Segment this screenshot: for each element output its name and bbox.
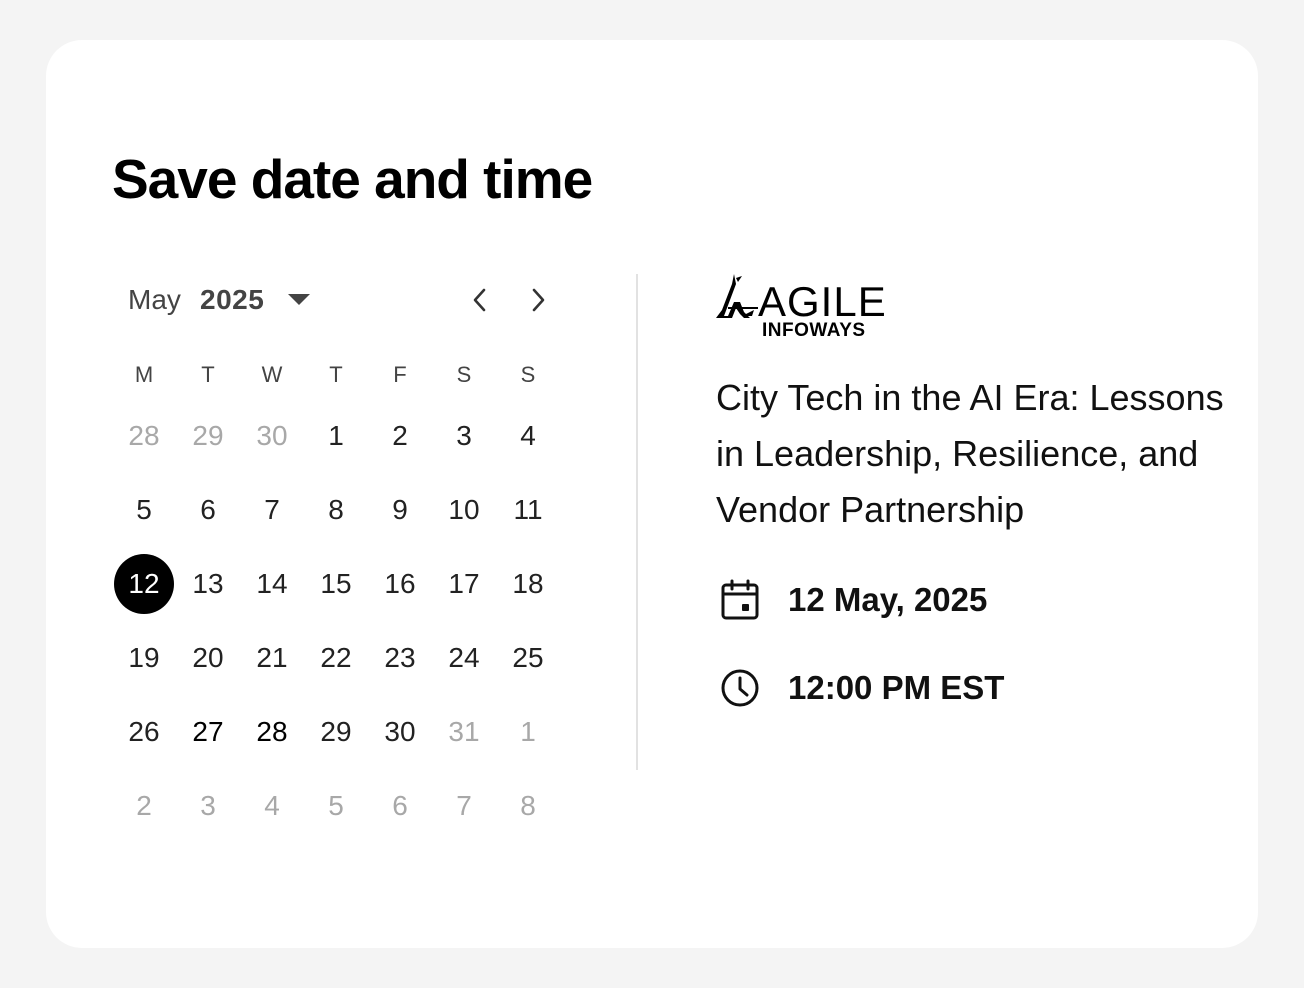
calendar-day[interactable]: 11 — [496, 478, 560, 542]
logo-subtext: INFOWAYS — [762, 320, 866, 341]
calendar-day[interactable]: 26 — [112, 700, 176, 764]
calendar-day[interactable]: 15 — [304, 552, 368, 616]
event-time-row: 12:00 PM EST — [716, 664, 1004, 712]
calendar-week: 2345678 — [112, 774, 560, 838]
calendar-day[interactable]: 6 — [176, 478, 240, 542]
event-date: 12 May, 2025 — [788, 581, 988, 618]
calendar-week: 26 27 28 29 30 31 1 — [112, 700, 560, 774]
calendar-day[interactable]: 22 — [304, 626, 368, 690]
calendar-day[interactable]: 3 — [176, 774, 240, 838]
calendar-day[interactable]: 10 — [432, 478, 496, 542]
company-logo: AGILE INFOWAYS — [714, 272, 900, 346]
calendar-day[interactable]: 19 — [112, 626, 176, 690]
calendar-day[interactable]: 30 — [240, 404, 304, 468]
calendar-icon — [716, 576, 764, 624]
caret-down-icon[interactable] — [288, 294, 310, 305]
weekday-label: S — [520, 362, 536, 387]
calendar-day[interactable]: 6 — [368, 774, 432, 838]
calendar-week: 19 20 21 22 23 24 25 — [112, 626, 560, 700]
calendar-day[interactable]: 31 — [432, 700, 496, 764]
year-label[interactable]: 2025 — [200, 284, 264, 316]
event-title: City Tech in the AI Era: Lessons in Lead… — [716, 377, 1224, 530]
calendar-day[interactable]: 9 — [368, 478, 432, 542]
weekday-header: M T W T F S S — [112, 362, 560, 388]
calendar-day[interactable]: 18 — [496, 552, 560, 616]
weekday-label: M — [134, 362, 154, 387]
calendar-day[interactable]: 30 — [368, 700, 432, 764]
calendar-day-selected[interactable]: 12 — [114, 554, 174, 614]
calendar-day[interactable]: 29 — [304, 700, 368, 764]
calendar-header: May 2025 — [128, 278, 568, 322]
calendar-day[interactable]: 7 — [432, 774, 496, 838]
prev-month-button[interactable] — [462, 278, 498, 322]
calendar-day[interactable]: 20 — [176, 626, 240, 690]
weekday-label: T — [329, 362, 343, 387]
calendar-day[interactable]: 7 — [240, 478, 304, 542]
calendar-day[interactable]: 8 — [496, 774, 560, 838]
calendar-day[interactable]: 17 — [432, 552, 496, 616]
calendar-day[interactable]: 5 — [304, 774, 368, 838]
calendar-day[interactable]: 1 — [496, 700, 560, 764]
calendar-day[interactable]: 4 — [240, 774, 304, 838]
save-date-card: Save date and time May 2025 M T W T F S … — [46, 40, 1258, 948]
calendar-week: 5 6 7 8 9 10 11 — [112, 478, 560, 552]
calendar-day[interactable]: 1 — [304, 404, 368, 468]
next-month-button[interactable] — [520, 278, 556, 322]
page-title: Save date and time — [112, 148, 593, 210]
event-time: 12:00 PM EST — [788, 669, 1005, 706]
weekday-label: T — [201, 362, 215, 387]
event-date-row: 12 May, 2025 — [716, 576, 987, 624]
calendar-day[interactable]: 29 — [176, 404, 240, 468]
calendar-day[interactable]: 13 — [176, 552, 240, 616]
clock-icon — [716, 664, 764, 712]
calendar-day[interactable]: 5 — [112, 478, 176, 542]
chevron-right-icon — [532, 288, 545, 312]
calendar-week: 28 29 30 1 2 3 4 — [112, 404, 560, 478]
calendar-day[interactable]: 16 — [368, 552, 432, 616]
calendar-day[interactable]: 23 — [368, 626, 432, 690]
agile-logo-mark: AGILE — [716, 274, 887, 325]
chevron-left-icon — [473, 288, 486, 312]
calendar-day[interactable]: 2 — [112, 774, 176, 838]
calendar-day[interactable]: 8 — [304, 478, 368, 542]
weekday-label: F — [393, 362, 407, 387]
calendar-day[interactable]: 4 — [496, 404, 560, 468]
calendar-week: 12 13 14 15 16 17 18 — [112, 552, 560, 626]
calendar-day[interactable]: 28 — [112, 404, 176, 468]
weekday-label: S — [456, 362, 472, 387]
calendar-day[interactable]: 28 — [240, 700, 304, 764]
calendar-day[interactable]: 25 — [496, 626, 560, 690]
calendar-day[interactable]: 3 — [432, 404, 496, 468]
weekday-label: W — [261, 362, 283, 387]
calendar-day[interactable]: 24 — [432, 626, 496, 690]
month-label[interactable]: May — [128, 284, 181, 316]
svg-text:AGILE: AGILE — [758, 278, 887, 322]
calendar-day[interactable]: 2 — [368, 404, 432, 468]
divider — [636, 274, 638, 770]
calendar-day[interactable]: 14 — [240, 552, 304, 616]
calendar-day[interactable]: 27 — [176, 700, 240, 764]
calendar-day[interactable]: 21 — [240, 626, 304, 690]
calendar-grid: 28 29 30 1 2 3 4 5 6 7 8 9 10 11 12 13 14 15 16 17 18 19 20 21 2… — [112, 404, 560, 838]
